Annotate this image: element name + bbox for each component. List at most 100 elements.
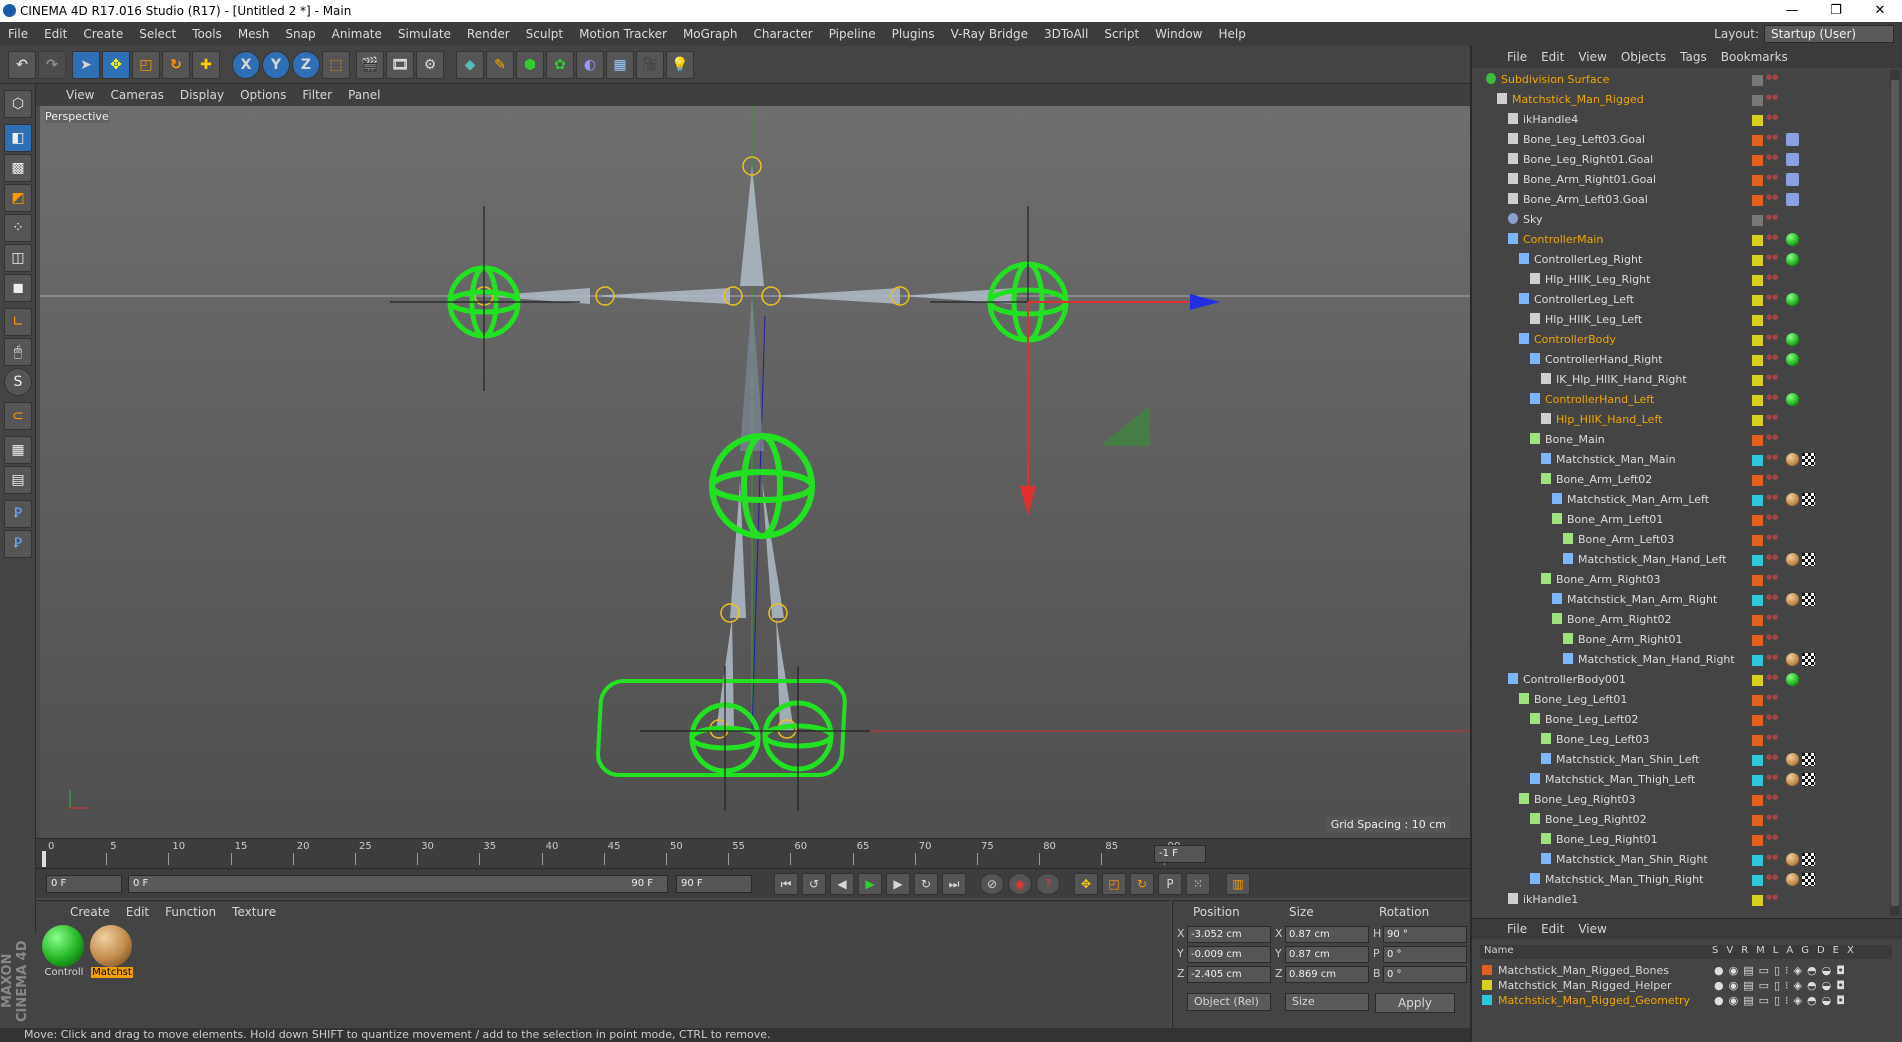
menu-window[interactable]: Window — [1147, 27, 1210, 41]
object-row[interactable]: Hlp_HIIK_Leg_Left ●● — [1476, 310, 1888, 330]
object-row[interactable]: ControllerBody ●● — [1476, 330, 1888, 350]
record-keys-icon[interactable]: ⊘ — [980, 873, 1004, 895]
visibility-dots-icon[interactable]: ●● — [1766, 134, 1778, 146]
go-to-end-button[interactable]: ⏭ — [942, 873, 966, 895]
object-row[interactable]: Matchstick_Man_Thigh_Left ●● — [1476, 770, 1888, 790]
record-parameter-icon[interactable]: P — [1158, 873, 1182, 895]
visibility-dots-icon[interactable]: ●● — [1766, 354, 1778, 366]
visibility-dots-icon[interactable]: ●● — [1766, 214, 1778, 226]
object-row[interactable]: Matchstick_Man_Arm_Right ●● — [1476, 590, 1888, 610]
x-axis-lock-button[interactable]: X — [232, 51, 260, 79]
menu-motion-tracker[interactable]: Motion Tracker — [571, 27, 675, 41]
python-script-icon[interactable]: Ꝑ — [4, 500, 32, 528]
play-forward-button[interactable]: ▶ — [858, 873, 882, 895]
render-picture-viewer-button[interactable]: 🎞 — [386, 51, 414, 79]
visibility-dots-icon[interactable]: ●● — [1766, 154, 1778, 166]
object-row[interactable]: Bone_Leg_Left03 ●● — [1476, 730, 1888, 750]
recent-tool-button[interactable]: ✚ — [192, 51, 220, 79]
menu-3dtoall[interactable]: 3DToAll — [1036, 27, 1096, 41]
object-row[interactable]: Matchstick_Man_Thigh_Right ●● — [1476, 870, 1888, 890]
layer-color-swatch[interactable] — [1482, 995, 1492, 1005]
layer-color-swatch[interactable] — [1752, 675, 1763, 686]
axis-mode-icon[interactable]: ∟ — [4, 308, 32, 336]
layer-menu-edit[interactable]: Edit — [1534, 922, 1571, 936]
uvw-tag-icon[interactable] — [1802, 553, 1815, 566]
object-row[interactable]: Matchstick_Man_Arm_Left ●● — [1476, 490, 1888, 510]
live-selection-button[interactable]: ➤ — [72, 51, 100, 79]
layer-color-swatch[interactable] — [1752, 735, 1763, 746]
uvw-tag-icon[interactable] — [1802, 773, 1815, 786]
layer-toggle-icons[interactable]: ●◉▤▭▯⁝◈◓◒◘ — [1714, 978, 1850, 993]
menu-select[interactable]: Select — [131, 27, 184, 41]
visibility-dots-icon[interactable]: ●● — [1766, 514, 1778, 526]
layer-color-swatch[interactable] — [1752, 175, 1763, 186]
size-z-field[interactable]: 0.869 cm — [1285, 966, 1369, 983]
layer-color-swatch[interactable] — [1752, 655, 1763, 666]
layer-color-swatch[interactable] — [1752, 295, 1763, 306]
visibility-dots-icon[interactable]: ●● — [1766, 114, 1778, 126]
autokey-icon[interactable]: ◉ — [1008, 873, 1032, 895]
cube-object-button[interactable]: ◆ — [456, 51, 484, 79]
floor-button[interactable]: ▦ — [606, 51, 634, 79]
visibility-dots-icon[interactable]: ●● — [1766, 594, 1778, 606]
object-row[interactable]: ControllerHand_Left ●● — [1476, 390, 1888, 410]
light-button[interactable]: 💡 — [666, 51, 694, 79]
object-row[interactable]: ControllerLeg_Left ●● — [1476, 290, 1888, 310]
render-settings-button[interactable]: ⚙ — [416, 51, 444, 79]
controller-material-tag-icon[interactable] — [1786, 253, 1799, 266]
matchstick-material-tag-icon[interactable] — [1786, 853, 1799, 866]
object-row[interactable]: Bone_Arm_Left01 ●● — [1476, 510, 1888, 530]
layer-color-swatch[interactable] — [1752, 815, 1763, 826]
rotation-h-field[interactable]: 90 ° — [1383, 926, 1467, 943]
object-row[interactable]: ControllerBody001 ●● — [1476, 670, 1888, 690]
controller-material-tag-icon[interactable] — [1786, 673, 1799, 686]
object-manager-scrollbar[interactable] — [1890, 70, 1900, 916]
scale-tool-button[interactable]: ◰ — [132, 51, 160, 79]
layer-color-swatch[interactable] — [1482, 980, 1492, 990]
material-menu-texture[interactable]: Texture — [224, 905, 284, 919]
size-x-field[interactable]: 0.87 cm — [1285, 926, 1369, 943]
object-row[interactable]: Bone_Arm_Right01 ●● — [1476, 630, 1888, 650]
menu-character[interactable]: Character — [745, 27, 820, 41]
layer-color-swatch[interactable] — [1752, 455, 1763, 466]
layer-color-swatch[interactable] — [1752, 255, 1763, 266]
restore-button[interactable]: ❐ — [1814, 0, 1858, 22]
visibility-dots-icon[interactable]: ●● — [1766, 374, 1778, 386]
ik-goal-tag-icon[interactable] — [1786, 153, 1799, 166]
timeline-window-icon[interactable]: ▥ — [1226, 873, 1250, 895]
layer-color-swatch[interactable] — [1752, 795, 1763, 806]
next-frame-button[interactable]: ▶ — [886, 873, 910, 895]
layer-color-swatch[interactable] — [1752, 475, 1763, 486]
y-axis-lock-button[interactable]: Y — [262, 51, 290, 79]
object-row[interactable]: Sky ●● — [1476, 210, 1888, 230]
layer-row[interactable]: Matchstick_Man_Rigged_Bones ●◉▤▭▯⁝◈◓◒◘ — [1482, 963, 1892, 978]
viewport-menu-panel[interactable]: Panel — [340, 88, 388, 102]
visibility-dots-icon[interactable]: ●● — [1766, 754, 1778, 766]
menu-file[interactable]: File — [0, 27, 36, 41]
object-row[interactable]: Bone_Leg_Left02 ●● — [1476, 710, 1888, 730]
layer-color-swatch[interactable] — [1482, 965, 1492, 975]
rotate-tool-button[interactable]: ↻ — [162, 51, 190, 79]
visibility-dots-icon[interactable]: ●● — [1766, 174, 1778, 186]
object-row[interactable]: Matchstick_Man_Rigged ●● — [1476, 90, 1888, 110]
previous-key-button[interactable]: ↺ — [802, 873, 826, 895]
material-menu-create[interactable]: Create — [62, 905, 118, 919]
menu-animate[interactable]: Animate — [324, 27, 390, 41]
object-row[interactable]: Bone_Arm_Left03.Goal ●● — [1476, 190, 1888, 210]
layer-color-swatch[interactable] — [1752, 275, 1763, 286]
ik-goal-tag-icon[interactable] — [1786, 193, 1799, 206]
playhead[interactable] — [42, 851, 46, 867]
object-row[interactable]: Bone_Leg_Right03 ●● — [1476, 790, 1888, 810]
viewport-menu-cameras[interactable]: Cameras — [102, 88, 171, 102]
camera-button[interactable]: 🎥 — [636, 51, 664, 79]
menu-simulate[interactable]: Simulate — [390, 27, 459, 41]
visibility-dots-icon[interactable]: ●● — [1766, 834, 1778, 846]
uvw-tag-icon[interactable] — [1802, 653, 1815, 666]
object-row[interactable]: ControllerHand_Right ●● — [1476, 350, 1888, 370]
record-scale-icon[interactable]: ◰ — [1102, 873, 1126, 895]
layer-menu-view[interactable]: View — [1571, 922, 1613, 936]
layer-color-swatch[interactable] — [1752, 75, 1763, 86]
material-menu-edit[interactable]: Edit — [118, 905, 157, 919]
layer-color-swatch[interactable] — [1752, 435, 1763, 446]
layer-color-swatch[interactable] — [1752, 415, 1763, 426]
